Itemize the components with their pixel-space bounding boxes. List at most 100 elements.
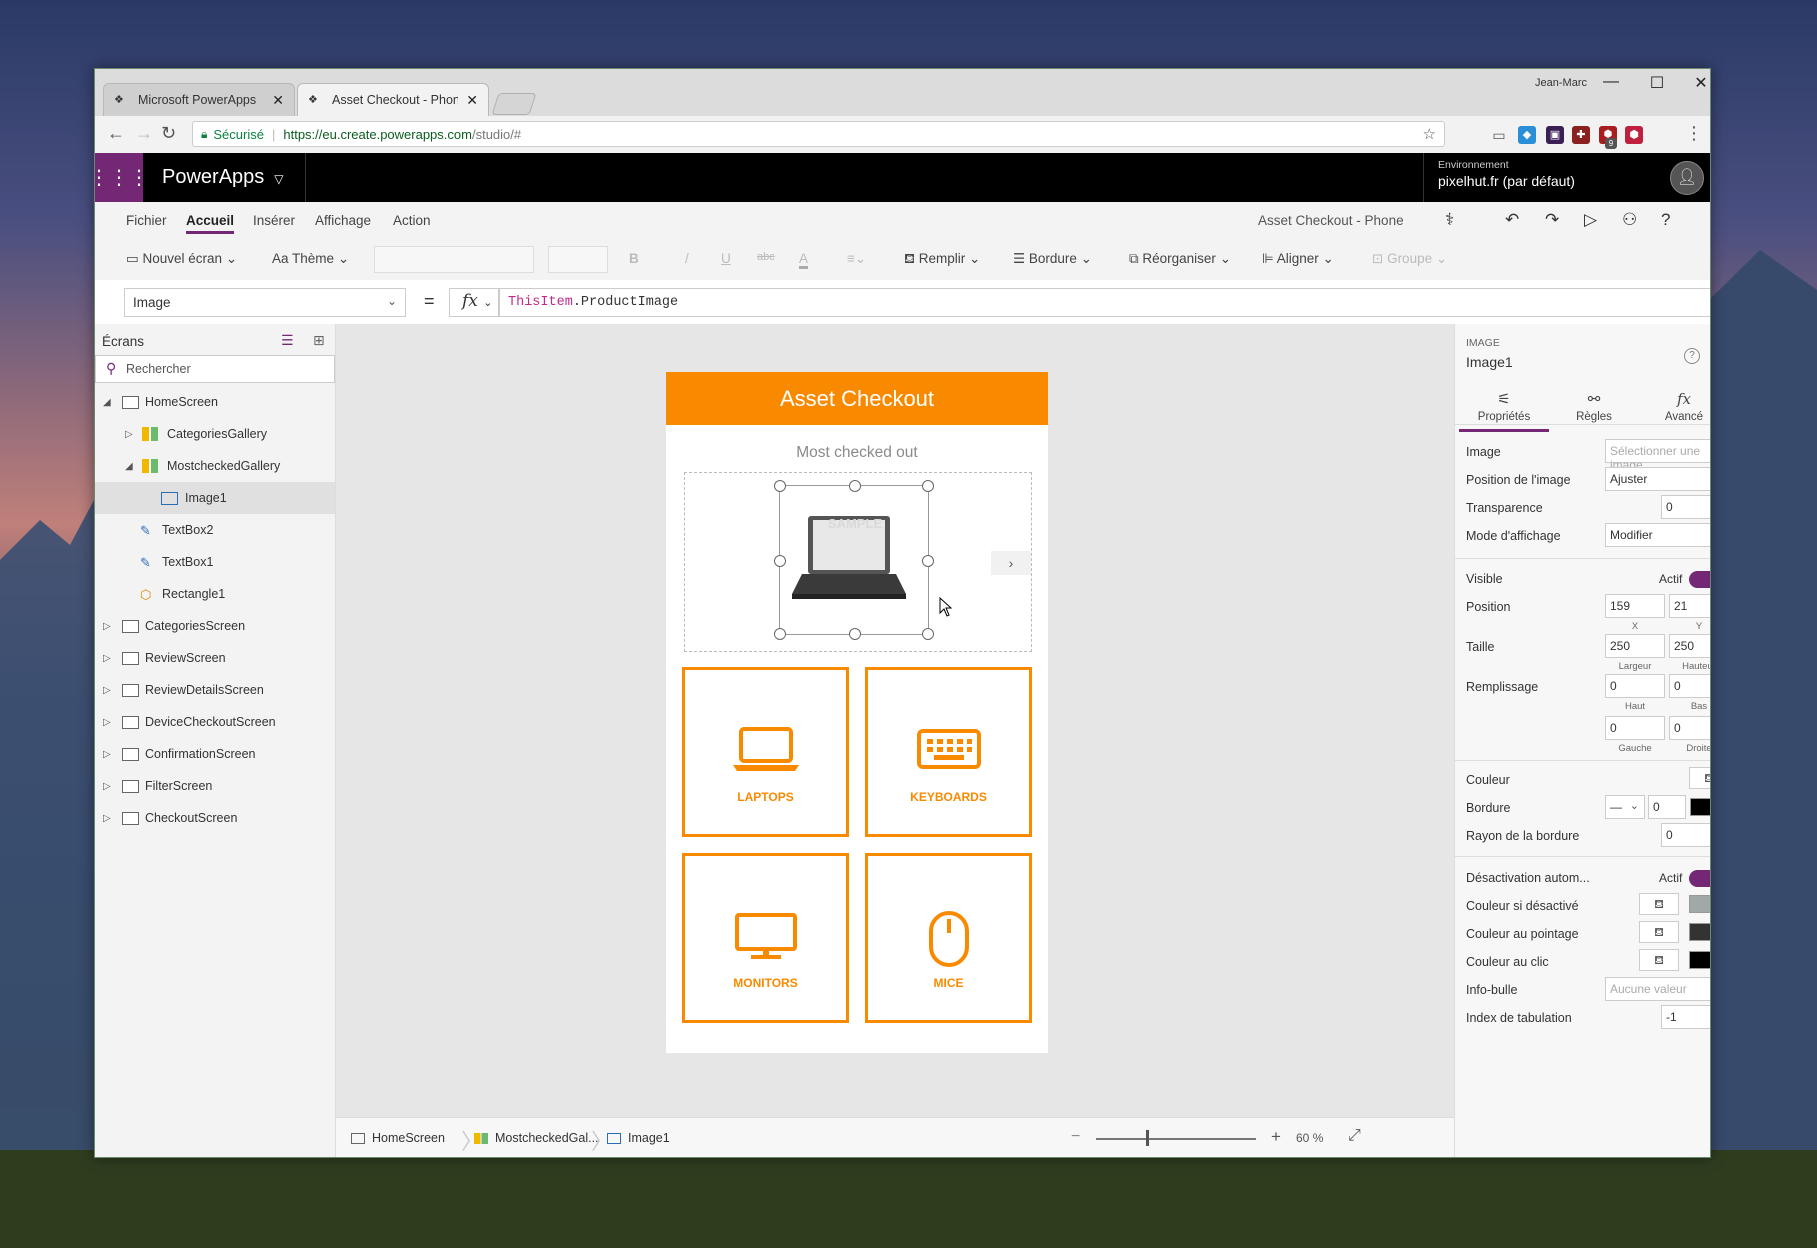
pressed-color-swatch[interactable] bbox=[1689, 951, 1710, 969]
width-input[interactable]: 250 bbox=[1605, 634, 1665, 658]
property-dropdown[interactable]: Image ⌄ bbox=[124, 288, 406, 317]
maximize-icon[interactable]: ☐ bbox=[1642, 73, 1672, 93]
tree-item-textbox1[interactable]: ✎ TextBox1 bbox=[95, 546, 335, 578]
font-family-dropdown[interactable] bbox=[374, 246, 534, 273]
italic-button[interactable]: / bbox=[685, 251, 689, 266]
resize-handle[interactable] bbox=[849, 480, 861, 492]
tree-item-checkoutscreen[interactable]: ▷ CheckoutScreen bbox=[95, 802, 335, 834]
color-picker-button[interactable]: ⛾ bbox=[1689, 767, 1710, 789]
app-checker-icon[interactable]: ⚕ bbox=[1445, 210, 1454, 230]
zoom-in-button[interactable]: + bbox=[1271, 1127, 1281, 1147]
resize-handle[interactable] bbox=[774, 555, 786, 567]
mostchecked-gallery[interactable]: SAMPLE › bbox=[684, 472, 1032, 652]
collapsed-arrow-icon[interactable]: ▷ bbox=[103, 813, 111, 824]
border-style-dropdown[interactable]: — ⌄ bbox=[1605, 795, 1645, 819]
group-button[interactable]: ⊡ Groupe ⌄ bbox=[1372, 251, 1447, 267]
cast-icon[interactable]: ▭ bbox=[1490, 126, 1508, 144]
border-width-input[interactable]: 0 bbox=[1648, 795, 1686, 819]
collapsed-arrow-icon[interactable]: ▷ bbox=[125, 429, 133, 440]
position-x-input[interactable]: 159 bbox=[1605, 594, 1665, 618]
strikethrough-button[interactable]: abc bbox=[757, 251, 775, 263]
extension-dark-icon[interactable]: ▣ bbox=[1546, 126, 1564, 144]
tree-item-filterscreen[interactable]: ▷ FilterScreen bbox=[95, 770, 335, 802]
tooltip-input[interactable]: Aucune valeur bbox=[1605, 977, 1710, 1001]
most-checked-out-label[interactable]: Most checked out bbox=[666, 444, 1048, 462]
zoom-slider-thumb[interactable] bbox=[1146, 1130, 1149, 1146]
menu-accueil[interactable]: Accueil bbox=[186, 213, 235, 234]
tree-item-homescreen[interactable]: ◢ HomeScreen bbox=[95, 386, 335, 418]
border-button[interactable]: ☰ Bordure ⌄ bbox=[1013, 251, 1092, 267]
powerapps-title[interactable]: PowerApps ▽ bbox=[162, 166, 284, 189]
help-icon[interactable]: ? bbox=[1684, 348, 1700, 364]
design-canvas[interactable]: Asset Checkout Most checked out SAMPLE ›… bbox=[336, 324, 1454, 1117]
breadcrumb-homescreen[interactable]: HomeScreen bbox=[351, 1131, 445, 1145]
hover-color-swatch[interactable] bbox=[1689, 923, 1710, 941]
extension-shield-icon[interactable]: ◆ bbox=[1518, 126, 1536, 144]
hover-color-picker[interactable]: ⛾ bbox=[1639, 921, 1679, 943]
collapsed-arrow-icon[interactable]: ▷ bbox=[103, 621, 111, 632]
preview-play-icon[interactable]: ▷ bbox=[1584, 210, 1597, 230]
app-launcher-icon[interactable]: ⋮⋮⋮ bbox=[95, 153, 149, 202]
browser-tab-asset-checkout[interactable]: ❖ Asset Checkout - Phone ✕ bbox=[297, 83, 489, 116]
category-tile-monitors[interactable]: MONITORS bbox=[682, 853, 849, 1023]
reload-icon[interactable]: ↻ bbox=[161, 123, 176, 144]
image1-selected[interactable]: SAMPLE bbox=[774, 480, 934, 640]
close-tab-icon[interactable]: ✕ bbox=[466, 92, 478, 109]
padding-right-input[interactable]: 0 bbox=[1669, 716, 1710, 740]
tree-item-rectangle1[interactable]: ⬡ Rectangle1 bbox=[95, 578, 335, 610]
align-button[interactable]: ⊫ Aligner ⌄ bbox=[1262, 251, 1334, 267]
zoom-out-button[interactable]: − bbox=[1071, 1128, 1080, 1146]
underline-button[interactable]: U bbox=[721, 251, 731, 266]
collapsed-arrow-icon[interactable]: ▷ bbox=[103, 653, 111, 664]
visible-toggle[interactable] bbox=[1689, 571, 1710, 588]
close-window-icon[interactable]: ✕ bbox=[1686, 73, 1710, 93]
tree-item-textbox2[interactable]: ✎ TextBox2 bbox=[95, 514, 335, 546]
tab-properties[interactable]: ⚟ Propriétés bbox=[1459, 390, 1549, 432]
bold-button[interactable]: B bbox=[629, 251, 639, 266]
border-radius-input[interactable]: 0 bbox=[1661, 823, 1710, 847]
pressed-color-picker[interactable]: ⛾ bbox=[1639, 949, 1679, 971]
height-input[interactable]: 250 bbox=[1669, 634, 1710, 658]
bookmark-star-icon[interactable]: ☆ bbox=[1423, 125, 1436, 143]
minimize-icon[interactable]: — bbox=[1596, 73, 1626, 91]
resize-handle[interactable] bbox=[849, 628, 861, 640]
expanded-arrow-icon[interactable]: ◢ bbox=[103, 397, 111, 408]
back-icon[interactable]: ← bbox=[107, 123, 125, 144]
tab-index-input[interactable]: -1 bbox=[1661, 1005, 1710, 1029]
menu-affichage[interactable]: Affichage bbox=[315, 213, 371, 228]
position-y-input[interactable]: 21 bbox=[1669, 594, 1710, 618]
thumbnail-view-icon[interactable]: ⊞ bbox=[313, 332, 325, 349]
fill-button[interactable]: ⛾ Remplir ⌄ bbox=[904, 251, 980, 269]
environment-picker[interactable]: Environnement pixelhut.fr (par défaut) bbox=[1423, 153, 1575, 202]
font-color-button[interactable]: A bbox=[799, 251, 809, 269]
tree-item-categoriesscreen[interactable]: ▷ CategoriesScreen bbox=[95, 610, 335, 642]
extension-red-icon[interactable]: ✚ bbox=[1572, 126, 1590, 144]
user-avatar[interactable]: 👤︎ bbox=[1670, 161, 1704, 195]
resize-handle[interactable] bbox=[922, 555, 934, 567]
redo-icon[interactable]: ↷ bbox=[1545, 210, 1559, 230]
app-header-title[interactable]: Asset Checkout bbox=[666, 372, 1048, 425]
resize-handle[interactable] bbox=[922, 480, 934, 492]
tree-item-image1[interactable]: Image1 bbox=[95, 482, 335, 514]
padding-left-input[interactable]: 0 bbox=[1605, 716, 1665, 740]
resize-handle[interactable] bbox=[774, 628, 786, 640]
expanded-arrow-icon[interactable]: ◢ bbox=[125, 461, 133, 472]
help-icon[interactable]: ? bbox=[1661, 210, 1670, 230]
menu-fichier[interactable]: Fichier bbox=[126, 213, 167, 228]
share-user-icon[interactable]: ⚇ bbox=[1622, 210, 1637, 230]
undo-icon[interactable]: ↶ bbox=[1505, 210, 1519, 230]
tree-item-devicecheckoutscreen[interactable]: ▷ DeviceCheckoutScreen bbox=[95, 706, 335, 738]
image-position-dropdown[interactable]: Ajuster⌄ bbox=[1605, 467, 1710, 491]
border-color-swatch[interactable] bbox=[1690, 798, 1710, 816]
reorder-button[interactable]: ⧉ Réorganiser ⌄ bbox=[1129, 251, 1231, 267]
tab-rules[interactable]: ⚯ Règles bbox=[1549, 390, 1639, 423]
collapsed-arrow-icon[interactable]: ▷ bbox=[103, 781, 111, 792]
auto-disable-toggle[interactable] bbox=[1689, 870, 1710, 887]
forward-icon[interactable]: → bbox=[135, 123, 153, 144]
tab-advanced[interactable]: fx Avancé bbox=[1639, 390, 1710, 423]
image-select-dropdown[interactable]: Sélectionner une image⌄ bbox=[1605, 439, 1710, 472]
tree-item-confirmationscreen[interactable]: ▷ ConfirmationScreen bbox=[95, 738, 335, 770]
search-input[interactable]: ⚲ Rechercher bbox=[95, 355, 335, 383]
collapsed-arrow-icon[interactable]: ▷ bbox=[103, 749, 111, 760]
menu-inserer[interactable]: Insérer bbox=[253, 213, 295, 228]
